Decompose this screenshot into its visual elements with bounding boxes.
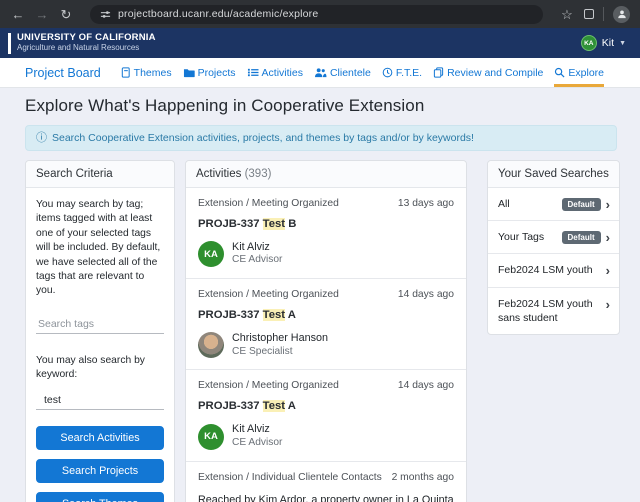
url-text: projectboard.ucanr.edu/academic/explore	[118, 8, 318, 20]
saved-searches-header: Your Saved Searches	[488, 161, 619, 188]
tab-themes[interactable]: Themes	[120, 58, 172, 87]
page-title: Explore What's Happening in Cooperative …	[25, 96, 620, 116]
activity-time: 14 days ago	[398, 380, 454, 391]
tag-search-help-text: You may search by tag; items tagged with…	[36, 198, 164, 299]
saved-searches-panel: Your Saved Searches All Default › Your T…	[487, 160, 620, 335]
activity-category: Extension / Individual Clientele Contact…	[198, 472, 382, 483]
chevron-right-icon: ›	[606, 231, 610, 244]
search-criteria-panel: Search Criteria You may search by tag; i…	[25, 160, 175, 502]
browser-back-button[interactable]: ←	[10, 8, 26, 21]
person-role: CE Specialist	[232, 346, 328, 359]
keyword-input[interactable]	[36, 391, 164, 410]
activity-title[interactable]: PROJB-337 Test A	[198, 309, 454, 321]
tab-projects[interactable]: Projects	[183, 58, 236, 87]
tab-fte[interactable]: F.T.E.	[382, 58, 422, 87]
site-header: UNIVERSITY OF CALIFORNIA Agriculture and…	[0, 28, 640, 58]
activity-item[interactable]: Extension / Meeting Organized 14 days ag…	[186, 370, 466, 461]
saved-search-item[interactable]: Feb2024 LSM youth ›	[488, 254, 619, 287]
person-name: Christopher Hanson	[232, 332, 328, 345]
person-role: CE Advisor	[232, 437, 282, 450]
search-activities-button[interactable]: Search Activities	[36, 426, 164, 450]
tab-panel-icon[interactable]	[584, 9, 594, 19]
saved-search-all[interactable]: All Default ›	[488, 188, 619, 221]
activity-category: Extension / Meeting Organized	[198, 380, 339, 391]
activity-time: 13 days ago	[398, 198, 454, 209]
activity-item[interactable]: Extension / Meeting Organized 13 days ag…	[186, 188, 466, 279]
keyword-help-text: You may also search by keyword:	[36, 354, 164, 383]
people-icon	[314, 67, 327, 78]
app-navbar: Project Board Themes Projects Activities…	[0, 58, 640, 88]
ucanr-logo-bar	[8, 33, 11, 54]
search-projects-button[interactable]: Search Projects	[36, 459, 164, 483]
org-subtitle: Agriculture and Natural Resources	[17, 44, 156, 53]
clock-icon	[382, 67, 393, 78]
saved-search-item[interactable]: Feb2024 LSM youth sans student ›	[488, 288, 619, 334]
person-name: Kit Alviz	[232, 423, 282, 436]
search-tags-input[interactable]	[36, 315, 164, 334]
activities-header: Activities (393)	[186, 161, 466, 188]
person-name: Kit Alviz	[232, 241, 282, 254]
activity-title[interactable]: PROJB-337 Test B	[198, 218, 454, 230]
highlighted-term: Test	[263, 400, 285, 412]
default-badge: Default	[562, 198, 601, 211]
activity-time: 14 days ago	[398, 289, 454, 300]
highlighted-term: Test	[263, 309, 285, 321]
highlighted-term: Test	[263, 218, 285, 230]
search-themes-button[interactable]: Search Themes	[36, 492, 164, 502]
avatar: KA	[198, 424, 224, 450]
activity-title[interactable]: PROJB-337 Test A	[198, 400, 454, 412]
tab-activities[interactable]: Activities	[247, 58, 303, 87]
activity-body: Reached by Kim Ardor, a property owner i…	[198, 492, 454, 502]
copy-icon	[433, 67, 444, 78]
browser-profile-icon[interactable]	[613, 6, 630, 23]
chevron-right-icon: ›	[606, 198, 610, 211]
avatar: KA	[198, 241, 224, 267]
info-alert: ⓘ Search Cooperative Extension activitie…	[25, 125, 617, 151]
journal-icon	[120, 67, 131, 78]
bookmark-star-icon[interactable]: ☆	[559, 8, 575, 21]
info-icon: ⓘ	[36, 133, 47, 144]
info-alert-text: Search Cooperative Extension activities,…	[52, 132, 474, 144]
activities-count: (393)	[245, 168, 272, 180]
user-avatar[interactable]: KA	[581, 35, 597, 51]
ucanr-logo: UNIVERSITY OF CALIFORNIA Agriculture and…	[17, 33, 156, 53]
address-bar[interactable]: projectboard.ucanr.edu/academic/explore	[90, 5, 543, 24]
chevron-right-icon: ›	[606, 298, 610, 311]
tab-explore[interactable]: Explore	[554, 58, 604, 87]
tab-review-and-compile[interactable]: Review and Compile	[433, 58, 543, 87]
avatar-photo	[198, 332, 224, 358]
activities-panel: Activities (393) Extension / Meeting Org…	[185, 160, 467, 502]
activity-item[interactable]: Extension / Individual Clientele Contact…	[186, 462, 466, 502]
search-icon	[554, 67, 565, 78]
user-menu[interactable]: KA Kit ▼	[581, 35, 626, 51]
search-criteria-header: Search Criteria	[26, 161, 174, 188]
saved-search-your-tags[interactable]: Your Tags Default ›	[488, 221, 619, 254]
activity-category: Extension / Meeting Organized	[198, 198, 339, 209]
person-role: CE Advisor	[232, 254, 282, 267]
list-icon	[247, 67, 259, 78]
folder-icon	[183, 67, 195, 78]
site-settings-icon[interactable]	[100, 9, 111, 20]
activity-category: Extension / Meeting Organized	[198, 289, 339, 300]
brand-project-board[interactable]: Project Board	[25, 58, 101, 87]
toolbar-divider	[603, 7, 604, 21]
browser-forward-button[interactable]: →	[34, 8, 50, 21]
activity-time: 2 months ago	[392, 472, 454, 483]
activity-item[interactable]: Extension / Meeting Organized 14 days ag…	[186, 279, 466, 370]
browser-toolbar: ← → ↻ projectboard.ucanr.edu/academic/ex…	[0, 0, 640, 28]
tab-clientele[interactable]: Clientele	[314, 58, 371, 87]
chevron-down-icon: ▼	[619, 40, 626, 47]
default-badge: Default	[562, 231, 601, 244]
chevron-right-icon: ›	[606, 264, 610, 277]
browser-refresh-button[interactable]: ↻	[58, 8, 74, 21]
user-name: Kit	[602, 37, 614, 49]
